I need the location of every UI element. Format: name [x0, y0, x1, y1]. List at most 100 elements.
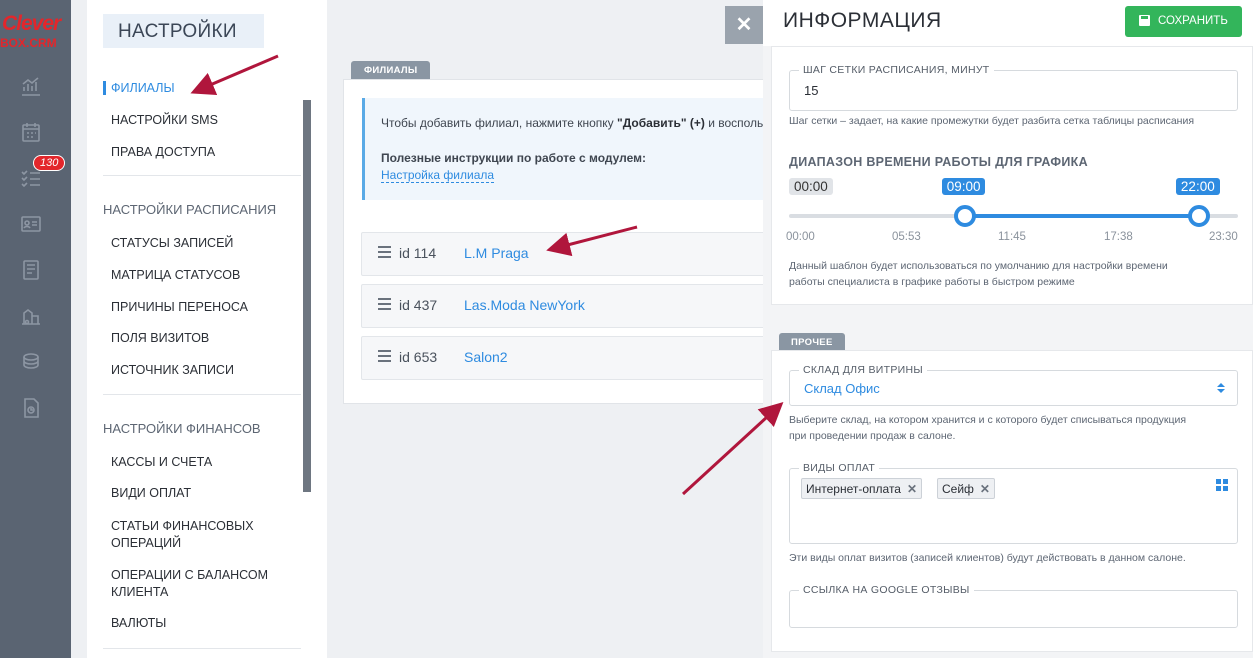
info-box: Чтобы добавить филиал, нажмите кнопку "Д… — [362, 98, 782, 200]
hint-line: Данный шаблон будет использоваться по ум… — [789, 260, 1168, 272]
drag-handle-icon[interactable] — [378, 298, 391, 311]
menu-item-currencies[interactable]: ВАЛЮТЫ — [103, 616, 166, 630]
warehouse-hint: Выберите склад, на котором хранится и с … — [789, 412, 1241, 444]
slider-tick: 00:00 — [786, 231, 815, 243]
remove-tag-icon[interactable]: ✕ — [907, 482, 917, 496]
save-button-label: СОХРАНИТЬ — [1158, 15, 1228, 27]
branch-setup-link[interactable]: Настройка филиала — [381, 168, 495, 183]
info-text-pre: Чтобы добавить филиал, нажмите кнопку — [381, 116, 618, 130]
menu-item-line: ОПЕРАЦИЙ — [111, 536, 182, 550]
range-from-label: 09:00 — [941, 178, 986, 195]
menu-item-client-balance[interactable]: ОПЕРАЦИИ С БАЛАНСОМ КЛИЕНТА — [103, 567, 268, 601]
calendar-icon[interactable] — [19, 120, 43, 144]
branch-id: id 114 — [399, 245, 437, 261]
slider-tick: 11:45 — [998, 231, 1026, 243]
hint-line: работы специалиста в графике работы в бы… — [789, 276, 1075, 288]
menu-item-status-matrix[interactable]: МАТРИЦА СТАТУСОВ — [103, 268, 240, 282]
menu-item-record-source[interactable]: ИСТОЧНИК ЗАПИСИ — [103, 363, 234, 377]
schedule-card: ШАГ СЕТКИ РАСПИСАНИЯ, МИНУТ 15 Шаг сетки… — [771, 46, 1253, 305]
slider-from-handle[interactable] — [953, 205, 976, 227]
work-range-heading: ДИАПАЗОН ВРЕМЕНИ РАБОТЫ ДЛЯ ГРАФИКА — [789, 155, 1088, 169]
menu-item-record-statuses[interactable]: СТАТУСЫ ЗАПИСЕЙ — [103, 236, 233, 250]
coins-icon[interactable] — [19, 350, 43, 374]
logo-line1: Clever — [2, 12, 61, 35]
menu-item-cash-accounts[interactable]: КАССЫ И СЧЕТА — [103, 455, 212, 469]
menu-divider — [103, 648, 301, 649]
warehouse-icon[interactable] — [19, 304, 43, 328]
payment-types-hint: Эти виды оплат визитов (записей клиентов… — [789, 552, 1186, 564]
menu-item-line: КЛИЕНТА — [111, 585, 169, 599]
menu-divider — [103, 394, 301, 395]
time-range-slider[interactable] — [789, 205, 1238, 227]
menu-item-line: ОПЕРАЦИИ С БАЛАНСОМ — [111, 568, 269, 582]
branch-name-link[interactable]: L.M Praga — [464, 245, 529, 261]
warehouse-select[interactable]: СКЛАД ДЛЯ ВИТРИНЫ Склад Офис — [789, 364, 1238, 406]
info-text-bold: "Добавить" (+) — [617, 116, 705, 130]
menu-item-visit-fields[interactable]: ПОЛЯ ВИЗИТОВ — [103, 331, 209, 345]
remove-tag-icon[interactable]: ✕ — [980, 482, 990, 496]
work-range-hint: Данный шаблон будет использоваться по ум… — [789, 258, 1241, 290]
logo-line2: BOX.CRM — [0, 36, 57, 50]
range-to-label: 22:00 — [1175, 178, 1220, 195]
analytics-icon[interactable] — [19, 74, 43, 98]
tab-branches[interactable]: ФИЛИАЛЫ — [351, 61, 431, 79]
menu-head-schedule: НАСТРОЙКИ РАСПИСАНИЯ — [103, 202, 277, 217]
warehouse-label: СКЛАД ДЛЯ ВИТРИНЫ — [799, 364, 927, 376]
slider-tick: 23:30 — [1209, 231, 1238, 243]
slider-fill — [964, 214, 1199, 218]
menu-item-reschedule-reasons[interactable]: ПРИЧИНЫ ПЕРЕНОСА — [103, 300, 248, 314]
info-instructions-heading: Полезные инструкции по работе с модулем: — [381, 151, 647, 165]
slider-tick: 17:38 — [1104, 231, 1133, 243]
document-icon[interactable] — [19, 396, 43, 420]
branch-row[interactable]: id 437 Las.Moda NewYork — [361, 284, 791, 328]
grid-step-field[interactable]: ШАГ СЕТКИ РАСПИСАНИЯ, МИНУТ 15 — [789, 64, 1238, 111]
panel-title: ИНФОРМАЦИЯ — [783, 9, 942, 32]
contacts-card-icon[interactable] — [19, 212, 43, 236]
select-arrows-icon — [1217, 383, 1225, 395]
hint-line: при проведении продаж в салоне. — [789, 430, 956, 442]
app-rail: Clever BOX.CRM 130 — [0, 0, 71, 658]
payment-types-label: ВИДЫ ОПЛАТ — [799, 462, 880, 474]
info-text: Чтобы добавить филиал, нажмите кнопку "Д… — [381, 116, 769, 130]
journal-icon[interactable] — [19, 258, 43, 282]
branch-id: id 653 — [399, 349, 438, 365]
range-min-label: 00:00 — [789, 178, 833, 195]
sidebar-scrollbar[interactable] — [303, 100, 311, 492]
branch-row[interactable]: id 653 Salon2 — [361, 336, 791, 380]
menu-item-branches[interactable]: ФИЛИАЛЫ — [103, 81, 175, 95]
google-reviews-field[interactable]: ССЫЛКА НА GOOGLE ОТЗЫВЫ — [789, 584, 1238, 628]
settings-sidebar: НАСТРОЙКИ ФИЛИАЛЫ НАСТРОЙКИ SMS ПРАВА ДО… — [87, 0, 327, 658]
brand-logo[interactable]: Clever BOX.CRM — [0, 8, 71, 52]
slider-to-handle[interactable] — [1187, 205, 1210, 227]
branch-row[interactable]: id 114 L.M Praga — [361, 232, 791, 276]
branch-name-link[interactable]: Las.Moda NewYork — [464, 297, 585, 313]
tab-other[interactable]: ПРОЧЕЕ — [779, 333, 845, 351]
branch-id: id 437 — [399, 297, 438, 313]
hint-line: Выберите склад, на котором хранится и с … — [789, 414, 1187, 426]
payment-tag: Сейф ✕ — [937, 478, 995, 499]
grid-step-label: ШАГ СЕТКИ РАСПИСАНИЯ, МИНУТ — [799, 64, 994, 76]
warehouse-value: Склад Офис — [804, 381, 880, 396]
menu-item-payment-types[interactable]: ВИДИ ОПЛАТ — [103, 486, 191, 500]
branch-name-link[interactable]: Salon2 — [464, 349, 508, 365]
info-text-post: и воспольз — [704, 116, 769, 130]
menu-item-access-rights[interactable]: ПРАВА ДОСТУПА — [103, 145, 215, 159]
payment-tag-label: Сейф — [942, 482, 974, 496]
grid-icon[interactable] — [1216, 479, 1228, 491]
payment-tag: Интернет-оплата ✕ — [801, 478, 923, 499]
payment-types-field[interactable]: ВИДЫ ОПЛАТ Интернет-оплата ✕ Сейф ✕ — [789, 462, 1238, 544]
drag-handle-icon[interactable] — [378, 350, 391, 363]
menu-item-line: СТАТЬИ ФИНАНСОВЫХ — [111, 519, 254, 533]
menu-item-sms-settings[interactable]: НАСТРОЙКИ SMS — [103, 113, 218, 127]
payment-tag-label: Интернет-оплата — [806, 482, 901, 496]
drag-handle-icon[interactable] — [378, 246, 391, 259]
menu-divider — [103, 175, 301, 176]
grid-step-hint: Шаг сетки – задает, на какие промежутки … — [789, 115, 1195, 127]
grid-step-value: 15 — [804, 83, 819, 98]
panel-header: ИНФОРМАЦИЯ СОХРАНИТЬ — [763, 0, 1253, 46]
menu-head-finance: НАСТРОЙКИ ФИНАНСОВ — [103, 421, 261, 436]
menu-item-finance-articles[interactable]: СТАТЬИ ФИНАНСОВЫХ ОПЕРАЦИЙ — [103, 518, 254, 552]
close-panel-button[interactable]: ✕ — [725, 6, 763, 44]
save-button[interactable]: СОХРАНИТЬ — [1125, 6, 1242, 37]
slider-tick: 05:53 — [892, 231, 921, 243]
